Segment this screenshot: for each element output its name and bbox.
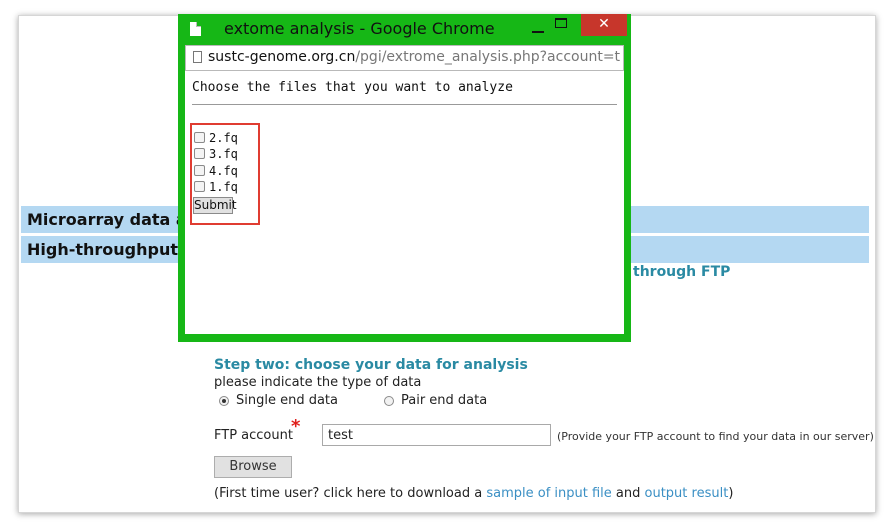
heading-divider <box>192 104 617 105</box>
document-icon <box>190 22 201 36</box>
url-host: sustc-genome.org.cn <box>208 49 356 65</box>
file-option-1fq[interactable]: 1.fq <box>194 179 238 194</box>
file-label: 1.fq <box>209 179 238 194</box>
first-time-middle: and <box>611 486 645 501</box>
choose-files-heading: Choose the files that you want to analyz… <box>192 80 513 95</box>
minimize-icon[interactable] <box>529 20 547 36</box>
page-icon <box>193 51 202 63</box>
file-label: 4.fq <box>209 163 238 178</box>
file-label: 2.fq <box>209 130 238 145</box>
file-checkbox[interactable] <box>194 165 205 176</box>
first-time-suffix: ) <box>728 486 734 501</box>
file-option-3fq[interactable]: 3.fq <box>194 146 238 161</box>
first-time-note: (First time user? click here to download… <box>214 486 733 501</box>
data-type-prompt: please indicate the type of data <box>214 375 422 390</box>
address-bar[interactable]: sustc-genome.org.cn/pgi/extrome_analysis… <box>185 45 624 71</box>
pair-end-radio[interactable] <box>384 395 394 406</box>
step-two-title: Step two: choose your data for analysis <box>214 357 528 373</box>
ftp-section-link[interactable]: through FTP <box>633 264 730 280</box>
ftp-account-input[interactable] <box>322 424 551 446</box>
chrome-popup-window[interactable]: extome analysis - Google Chrome ✕ sustc-… <box>178 14 631 342</box>
single-end-radio[interactable] <box>219 395 229 406</box>
sample-input-link[interactable]: sample of input file <box>486 486 611 501</box>
ftp-account-hint: (Provide your FTP account to find your d… <box>557 430 874 443</box>
url-text[interactable]: sustc-genome.org.cn/pgi/extrome_analysis… <box>208 49 620 65</box>
ftp-account-label: FTP account <box>214 428 293 443</box>
file-checkbox[interactable] <box>194 148 205 159</box>
close-icon[interactable]: ✕ <box>581 14 627 36</box>
url-path: /pgi/extrome_analysis.php?account=test <box>355 49 620 65</box>
first-time-prefix: (First time user? click here to download… <box>214 486 487 501</box>
required-mark: * <box>291 416 301 437</box>
file-checkbox[interactable] <box>194 132 205 143</box>
file-option-2fq[interactable]: 2.fq <box>194 130 238 145</box>
output-result-link[interactable]: output result <box>645 486 729 501</box>
file-checkbox[interactable] <box>194 181 205 192</box>
browse-button[interactable]: Browse <box>214 456 292 478</box>
popup-title: extome analysis - Google Chrome <box>224 19 495 38</box>
submit-button[interactable]: Submit <box>193 197 237 214</box>
popup-content: Choose the files that you want to analyz… <box>185 71 624 334</box>
file-label: 3.fq <box>209 146 238 161</box>
popup-titlebar[interactable]: extome analysis - Google Chrome ✕ <box>178 14 631 44</box>
file-option-4fq[interactable]: 4.fq <box>194 163 238 178</box>
single-end-option[interactable]: Single end data <box>219 393 338 408</box>
pair-end-label: Pair end data <box>401 393 488 408</box>
maximize-icon[interactable] <box>555 18 567 28</box>
pair-end-option[interactable]: Pair end data <box>384 393 487 408</box>
single-end-label: Single end data <box>236 393 339 408</box>
